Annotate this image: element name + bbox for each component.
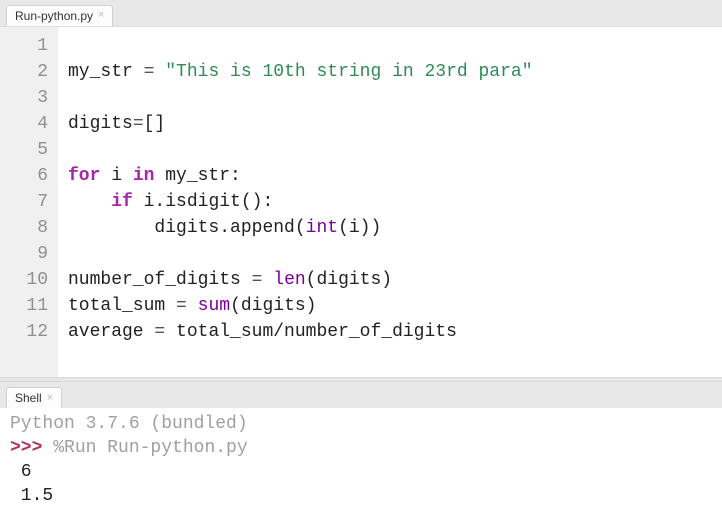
shell-input-line: >>> %Run Run-python.py bbox=[10, 438, 248, 458]
line-number: 2 bbox=[0, 59, 48, 85]
line-number: 11 bbox=[0, 293, 48, 319]
shell-panel[interactable]: Python 3.7.6 (bundled) >>> %Run Run-pyth… bbox=[0, 408, 722, 512]
code-line: my_str = "This is 10th string in 23rd pa… bbox=[68, 62, 533, 82]
editor-tab-label: Run-python.py bbox=[15, 9, 93, 23]
line-number: 1 bbox=[0, 33, 48, 59]
line-number: 10 bbox=[0, 267, 48, 293]
shell-tab-bar: Shell × bbox=[0, 382, 722, 408]
line-number: 5 bbox=[0, 137, 48, 163]
line-number: 8 bbox=[0, 215, 48, 241]
shell-output-line: 1.5 bbox=[10, 486, 53, 506]
code-line: for i in my_str: bbox=[68, 166, 241, 186]
shell-command: %Run Run-python.py bbox=[53, 438, 247, 458]
code-area[interactable]: 1 2 3 4 5 6 7 8 9 10 11 12 my_str = "Thi… bbox=[0, 27, 722, 377]
code-line: average = total_sum/number_of_digits bbox=[68, 322, 457, 342]
line-number: 12 bbox=[0, 319, 48, 345]
code-line: if i.isdigit(): bbox=[68, 192, 273, 212]
code-line: digits.append(int(i)) bbox=[68, 218, 381, 238]
shell-tab[interactable]: Shell × bbox=[6, 387, 62, 408]
line-number: 3 bbox=[0, 85, 48, 111]
close-icon[interactable]: × bbox=[98, 10, 104, 21]
code-line: number_of_digits = len(digits) bbox=[68, 270, 392, 290]
editor-panel: 1 2 3 4 5 6 7 8 9 10 11 12 my_str = "Thi… bbox=[0, 26, 722, 377]
shell-body[interactable]: Python 3.7.6 (bundled) >>> %Run Run-pyth… bbox=[0, 408, 722, 512]
shell-tab-label: Shell bbox=[15, 391, 42, 405]
editor-tab-bar: Run-python.py × bbox=[0, 0, 722, 26]
shell-prompt: >>> bbox=[10, 438, 53, 458]
line-number: 6 bbox=[0, 163, 48, 189]
code-text[interactable]: my_str = "This is 10th string in 23rd pa… bbox=[58, 27, 543, 377]
line-number: 7 bbox=[0, 189, 48, 215]
close-icon[interactable]: × bbox=[47, 393, 53, 404]
shell-output-line: 6 bbox=[10, 462, 32, 482]
line-number: 9 bbox=[0, 241, 48, 267]
code-line: total_sum = sum(digits) bbox=[68, 296, 316, 316]
code-line: digits=[] bbox=[68, 114, 165, 134]
editor-tab[interactable]: Run-python.py × bbox=[6, 5, 113, 26]
shell-version: Python 3.7.6 (bundled) bbox=[10, 414, 248, 434]
line-number: 4 bbox=[0, 111, 48, 137]
line-gutter: 1 2 3 4 5 6 7 8 9 10 11 12 bbox=[0, 27, 58, 377]
